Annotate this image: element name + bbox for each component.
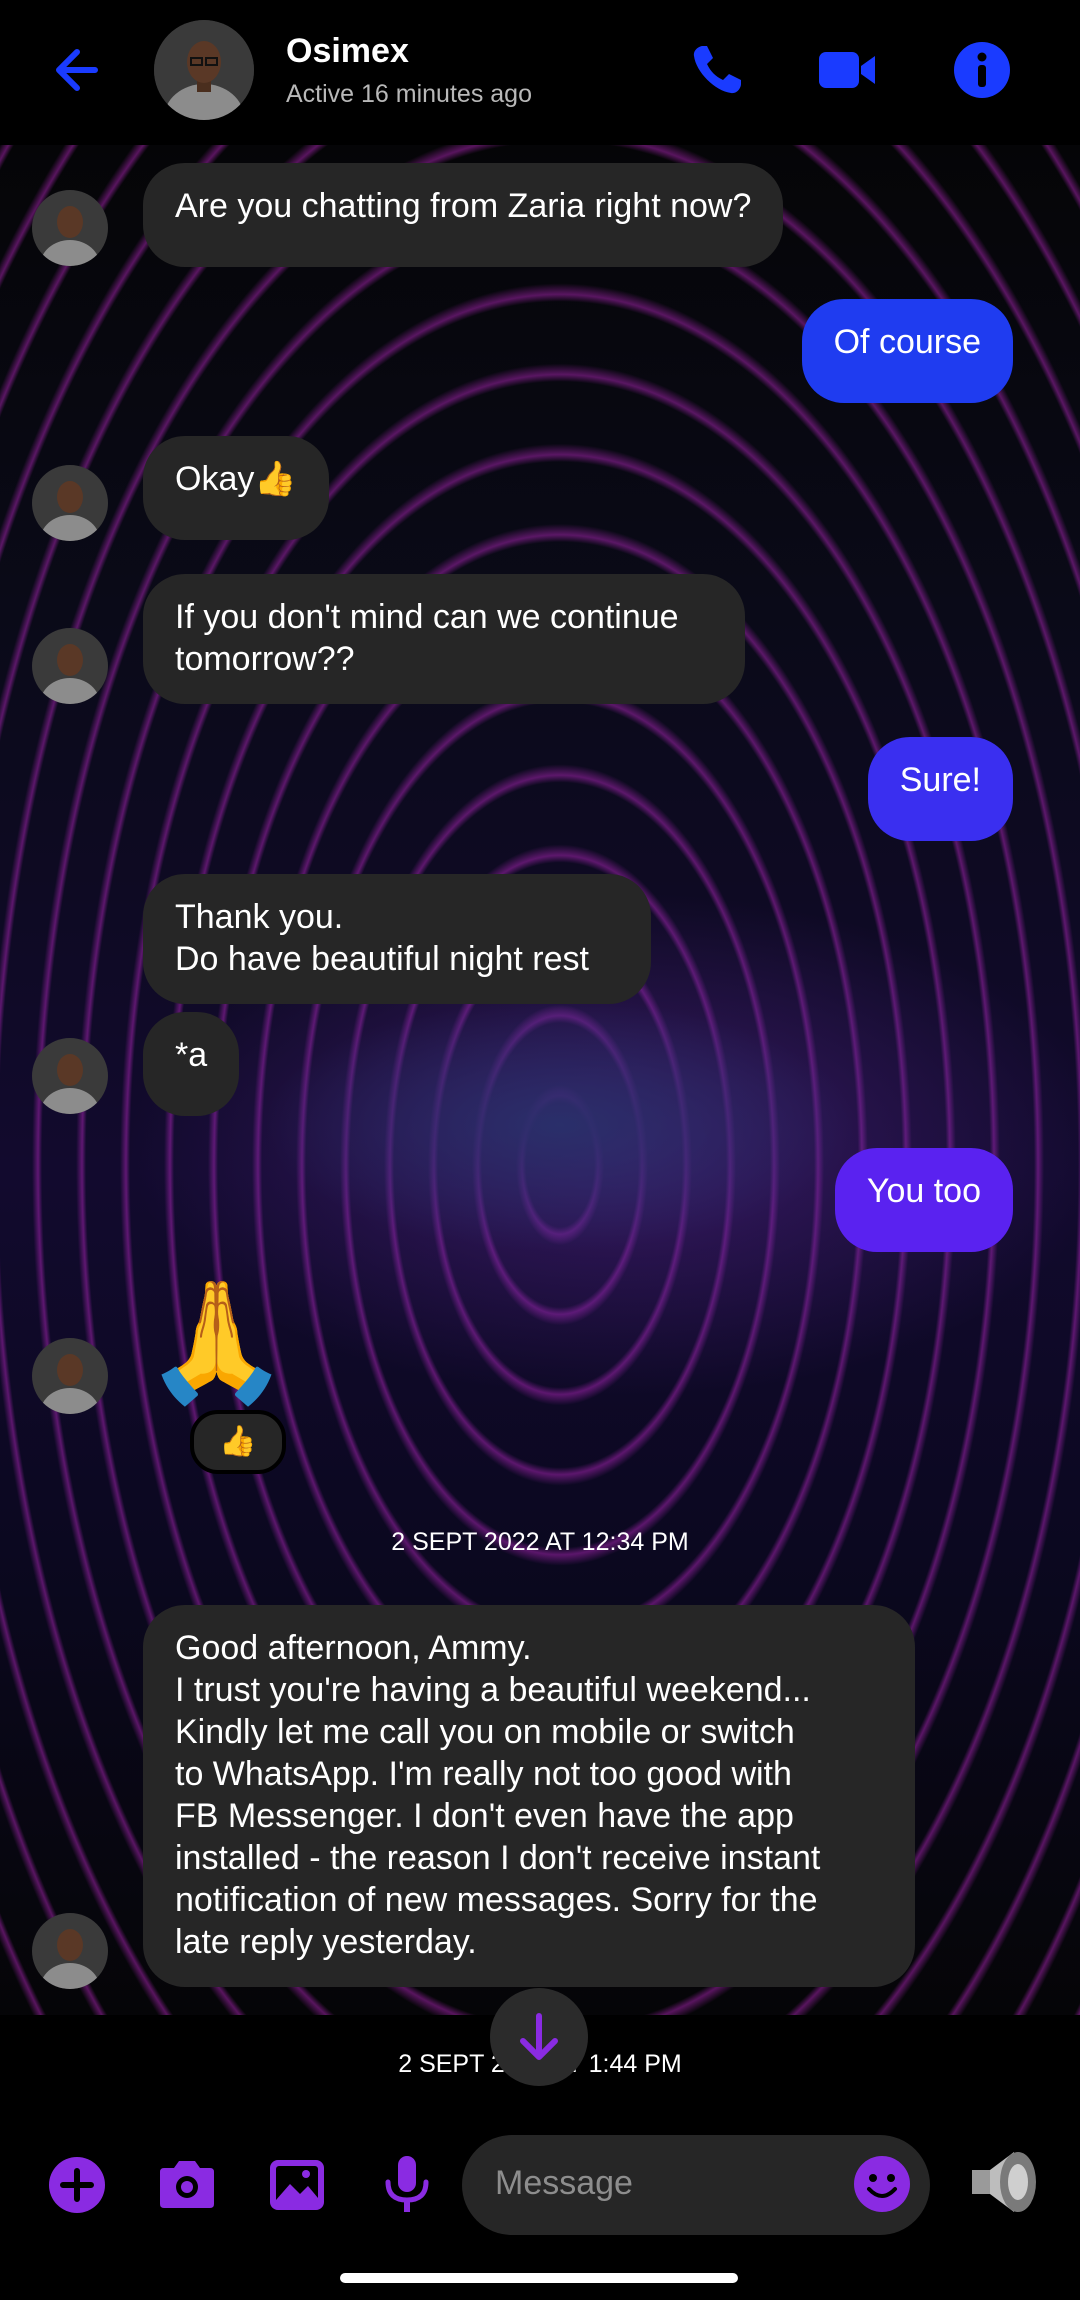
plus-icon[interactable] <box>42 2150 112 2220</box>
gallery-icon[interactable] <box>262 2150 332 2220</box>
incoming-message[interactable]: Are you chatting from Zaria right now? <box>143 163 784 267</box>
speaker-icon[interactable] <box>962 2140 1046 2224</box>
conversation-header: Osimex Active 16 minutes ago <box>0 0 1080 145</box>
back-arrow-icon[interactable] <box>45 40 105 100</box>
outgoing-message[interactable]: Of course <box>801 299 1013 403</box>
contact-name[interactable]: Osimex <box>286 32 409 71</box>
arrow-down-icon <box>520 2013 558 2060</box>
scroll-to-bottom-button[interactable] <box>490 1988 588 2086</box>
sender-avatar[interactable] <box>32 628 108 704</box>
contact-status: Active 16 minutes ago <box>286 80 532 108</box>
reaction-badge[interactable]: 👍 <box>190 1410 286 1474</box>
microphone-icon[interactable] <box>372 2150 442 2220</box>
incoming-message[interactable]: Okay👍 <box>143 436 329 540</box>
info-icon[interactable] <box>950 38 1014 102</box>
voice-call-icon[interactable] <box>685 38 749 102</box>
outgoing-message[interactable]: Sure! <box>867 737 1013 841</box>
incoming-message[interactable]: Thank you. Do have beautiful night rest <box>143 874 651 1004</box>
sender-avatar[interactable] <box>32 1913 108 1989</box>
incoming-message[interactable]: *a <box>143 1012 240 1116</box>
sender-avatar[interactable] <box>32 465 108 541</box>
home-indicator[interactable] <box>340 2273 738 2283</box>
emoji-message[interactable]: 🙏 <box>143 1272 290 1412</box>
camera-icon[interactable] <box>152 2150 222 2220</box>
timestamp-divider: 2 SEPT 2022 AT 12:34 PM <box>391 1528 689 1556</box>
outgoing-message[interactable]: You too <box>834 1148 1013 1252</box>
sender-avatar[interactable] <box>32 1338 108 1414</box>
message-input-placeholder: Message <box>495 2164 633 2202</box>
video-call-icon[interactable] <box>815 38 879 102</box>
contact-avatar[interactable] <box>154 20 254 120</box>
sender-avatar[interactable] <box>32 1038 108 1114</box>
incoming-message[interactable]: Good afternoon, Ammy. I trust you're hav… <box>143 1605 915 1987</box>
incoming-message[interactable]: If you don't mind can we continue tomorr… <box>143 574 745 704</box>
sender-avatar[interactable] <box>32 190 108 266</box>
emoji-icon[interactable] <box>850 2152 914 2216</box>
